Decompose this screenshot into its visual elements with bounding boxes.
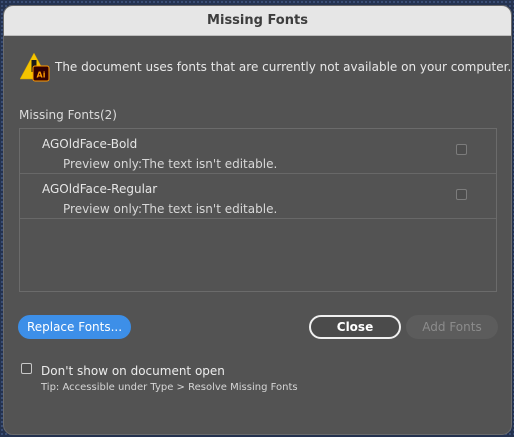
replace-fonts-button[interactable]: Replace Fonts... (18, 315, 131, 339)
font-name: AGOldFace-Regular (42, 182, 158, 196)
missing-fonts-dialog: Missing Fonts Ai The document uses fonts… (3, 5, 512, 435)
font-row-agoldface-bold[interactable]: AGOldFace-Bold Preview only:The text isn… (20, 129, 496, 174)
svg-text:Ai: Ai (37, 71, 46, 80)
add-fonts-button[interactable]: Add Fonts (406, 315, 498, 339)
missing-fonts-list[interactable]: AGOldFace-Bold Preview only:The text isn… (19, 128, 497, 292)
font-row-agoldface-regular[interactable]: AGOldFace-Regular Preview only:The text … (20, 174, 496, 219)
close-button[interactable]: Close (309, 315, 401, 339)
tip-text: Tip: Accessible under Type > Resolve Mis… (41, 382, 298, 393)
dont-show-checkbox[interactable] (21, 363, 32, 374)
warning-message: The document uses fonts that are current… (55, 60, 512, 74)
font-preview-note: Preview only:The text isn't editable. (63, 157, 278, 171)
dialog-title: Missing Fonts (4, 6, 511, 36)
font-row-checkbox[interactable] (456, 144, 467, 155)
missing-fonts-heading: Missing Fonts(2) (19, 108, 117, 122)
font-row-checkbox[interactable] (456, 189, 467, 200)
dont-show-label[interactable]: Don't show on document open (41, 364, 225, 378)
font-preview-note: Preview only:The text isn't editable. (63, 202, 278, 216)
warning-triangle-icon: Ai (19, 52, 50, 82)
font-name: AGOldFace-Bold (42, 137, 138, 151)
illustrator-app-icon: Ai (32, 65, 50, 82)
